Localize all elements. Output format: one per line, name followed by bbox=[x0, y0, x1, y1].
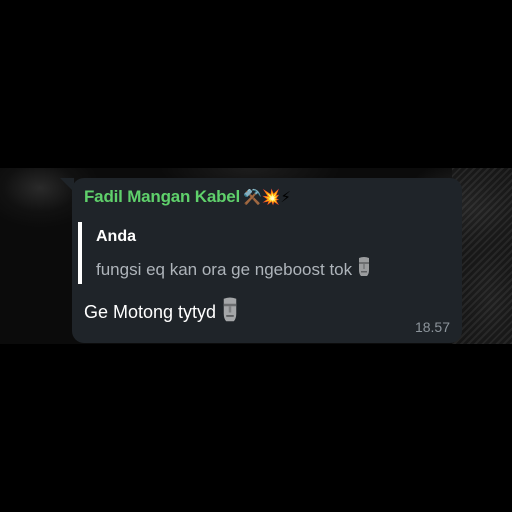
sender-row: Fadil Mangan Kabel ⚒️💥⚡ bbox=[84, 187, 291, 207]
sender-emoji-status: ⚒️💥⚡ bbox=[243, 187, 291, 206]
message-text: Ge Motong tytyd bbox=[84, 302, 217, 322]
bottom-black-area bbox=[0, 344, 512, 512]
chat-screen: Fadil Mangan Kabel ⚒️💥⚡ Anda fungsi eq k… bbox=[0, 0, 512, 512]
message-timestamp: 18.57 bbox=[414, 319, 450, 335]
sender-name[interactable]: Fadil Mangan Kabel bbox=[84, 187, 240, 207]
moai-icon bbox=[356, 256, 372, 283]
reply-text-row: fungsi eq kan ora ge ngeboost tok bbox=[96, 256, 372, 283]
reply-quote[interactable]: Anda fungsi eq kan ora ge ngeboost tok bbox=[78, 222, 452, 284]
message-text-row: Ge Motong tytyd bbox=[84, 296, 240, 329]
message-bubble[interactable]: Fadil Mangan Kabel ⚒️💥⚡ Anda fungsi eq k… bbox=[72, 178, 462, 343]
reply-text: fungsi eq kan ora ge ngeboost tok bbox=[96, 259, 353, 279]
moai-icon bbox=[220, 296, 240, 329]
reply-author: Anda bbox=[96, 228, 136, 245]
